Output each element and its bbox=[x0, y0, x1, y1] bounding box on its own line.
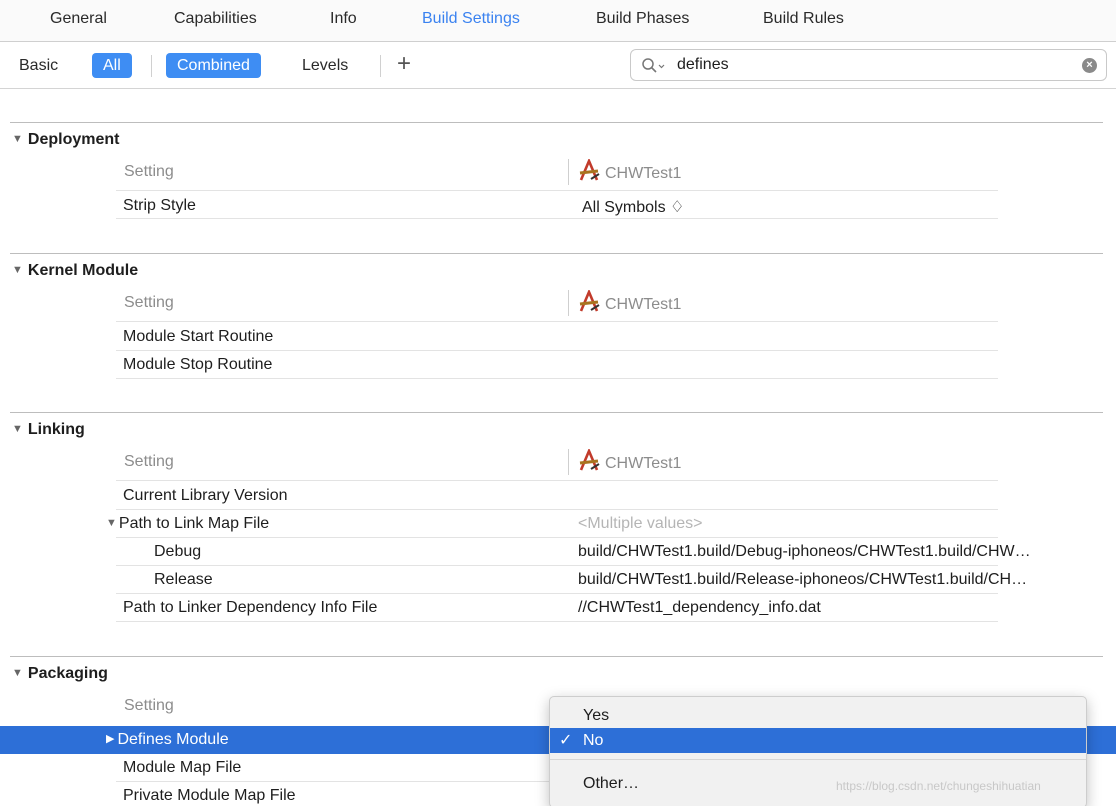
disclosure-triangle-icon[interactable]: ▼ bbox=[106, 517, 117, 529]
link-map-release-label[interactable]: Release bbox=[154, 571, 213, 589]
link-map-release-value[interactable]: build/CHWTest1.build/Release-iphoneos/CH… bbox=[578, 571, 1027, 589]
setting-column-header: Setting bbox=[124, 453, 174, 470]
setting-defines-module[interactable]: ▶ Defines Module bbox=[106, 731, 229, 749]
settings-filter-bar: Basic All Combined Levels + × bbox=[0, 43, 1116, 89]
menu-item-label: No bbox=[583, 732, 604, 749]
search-field[interactable]: × bbox=[630, 49, 1107, 81]
disclosure-triangle-icon[interactable]: ▶ bbox=[106, 732, 114, 745]
row-divider bbox=[116, 350, 998, 351]
setting-linker-dependency-info-file[interactable]: Path to Linker Dependency Info File bbox=[123, 599, 377, 617]
section-kernel-module-header[interactable]: ▼ Kernel Module bbox=[12, 262, 138, 280]
clear-search-icon[interactable]: × bbox=[1082, 58, 1097, 73]
search-icon[interactable] bbox=[641, 57, 671, 75]
section-linking-header[interactable]: ▼ Linking bbox=[12, 421, 85, 439]
row-divider bbox=[116, 565, 998, 566]
tab-build-phases[interactable]: Build Phases bbox=[596, 10, 689, 28]
section-divider bbox=[10, 656, 1103, 657]
add-setting-button[interactable]: + bbox=[397, 50, 411, 78]
setting-module-stop-routine[interactable]: Module Stop Routine bbox=[123, 356, 272, 374]
checkmark-icon: ✓ bbox=[559, 732, 573, 749]
menu-separator bbox=[550, 759, 1086, 760]
filter-basic-button[interactable]: Basic bbox=[19, 53, 58, 78]
section-title: Linking bbox=[27, 421, 85, 438]
section-title: Kernel Module bbox=[27, 262, 139, 279]
tab-general[interactable]: General bbox=[50, 10, 107, 28]
row-divider bbox=[116, 621, 998, 622]
section-divider bbox=[10, 412, 1103, 413]
tab-capabilities[interactable]: Capabilities bbox=[174, 10, 257, 28]
disclosure-triangle-icon[interactable]: ▼ bbox=[12, 667, 23, 679]
setting-path-to-link-map-file[interactable]: ▼ Path to Link Map File bbox=[106, 515, 269, 533]
setting-private-module-map-file[interactable]: Private Module Map File bbox=[123, 787, 296, 805]
section-divider bbox=[10, 122, 1103, 123]
section-divider bbox=[10, 253, 1103, 254]
tab-build-rules[interactable]: Build Rules bbox=[763, 10, 844, 28]
section-packaging-header[interactable]: ▼ Packaging bbox=[12, 665, 108, 683]
setting-current-library-version[interactable]: Current Library Version bbox=[123, 487, 288, 505]
row-divider bbox=[116, 593, 998, 594]
section-title: Deployment bbox=[27, 131, 120, 148]
row-divider bbox=[116, 509, 998, 510]
filter-combined-button[interactable]: Combined bbox=[166, 53, 261, 78]
setting-column-header: Setting bbox=[124, 163, 174, 180]
row-divider bbox=[116, 480, 998, 481]
xcode-target-icon bbox=[579, 290, 600, 312]
xcode-target-icon bbox=[579, 159, 600, 181]
section-deployment-header[interactable]: ▼ Deployment bbox=[12, 131, 119, 149]
filter-all-button[interactable]: All bbox=[92, 53, 132, 78]
disclosure-triangle-icon[interactable]: ▼ bbox=[12, 133, 23, 145]
row-divider bbox=[116, 537, 998, 538]
setting-column-header: Setting bbox=[124, 697, 174, 714]
tab-build-settings[interactable]: Build Settings bbox=[422, 10, 520, 28]
row-divider bbox=[116, 218, 998, 219]
row-divider bbox=[116, 190, 998, 191]
disclosure-triangle-icon[interactable]: ▼ bbox=[12, 423, 23, 435]
target-column-header: CHWTest1 bbox=[568, 159, 681, 185]
menu-item-yes[interactable]: Yes bbox=[550, 703, 1086, 728]
xcode-target-icon bbox=[579, 449, 600, 471]
target-name: CHWTest1 bbox=[605, 296, 682, 313]
editor-tab-bar: General Capabilities Info Build Settings… bbox=[0, 0, 1116, 42]
filter-levels-button[interactable]: Levels bbox=[302, 53, 348, 78]
filter-divider bbox=[151, 55, 152, 77]
setting-module-map-file[interactable]: Module Map File bbox=[123, 759, 241, 777]
target-column-header: CHWTest1 bbox=[568, 449, 681, 475]
watermark: https://blog.csdn.net/chungeshihuatian bbox=[836, 779, 1041, 793]
strip-style-value-popup[interactable]: All Symbols ♢ bbox=[582, 197, 684, 217]
filter-divider bbox=[380, 55, 381, 77]
section-title: Packaging bbox=[27, 665, 108, 682]
setting-label: Defines Module bbox=[117, 731, 229, 748]
setting-label: Path to Link Map File bbox=[118, 515, 270, 532]
tab-info[interactable]: Info bbox=[330, 10, 357, 28]
setting-module-start-routine[interactable]: Module Start Routine bbox=[123, 328, 273, 346]
row-divider bbox=[116, 321, 998, 322]
link-map-debug-value[interactable]: build/CHWTest1.build/Debug-iphoneos/CHWT… bbox=[578, 543, 1031, 561]
linker-dependency-value[interactable]: //CHWTest1_dependency_info.dat bbox=[578, 599, 821, 617]
link-map-multiple-values[interactable]: <Multiple values> bbox=[578, 515, 703, 533]
target-name: CHWTest1 bbox=[605, 455, 682, 472]
search-input[interactable] bbox=[677, 56, 1057, 74]
menu-item-no[interactable]: ✓ No bbox=[550, 728, 1086, 753]
target-column-header: CHWTest1 bbox=[568, 290, 681, 316]
setting-column-header: Setting bbox=[124, 294, 174, 311]
disclosure-triangle-icon[interactable]: ▼ bbox=[12, 264, 23, 276]
target-name: CHWTest1 bbox=[605, 165, 682, 182]
setting-strip-style[interactable]: Strip Style bbox=[123, 197, 196, 215]
link-map-debug-label[interactable]: Debug bbox=[154, 543, 201, 561]
row-divider bbox=[116, 378, 998, 379]
